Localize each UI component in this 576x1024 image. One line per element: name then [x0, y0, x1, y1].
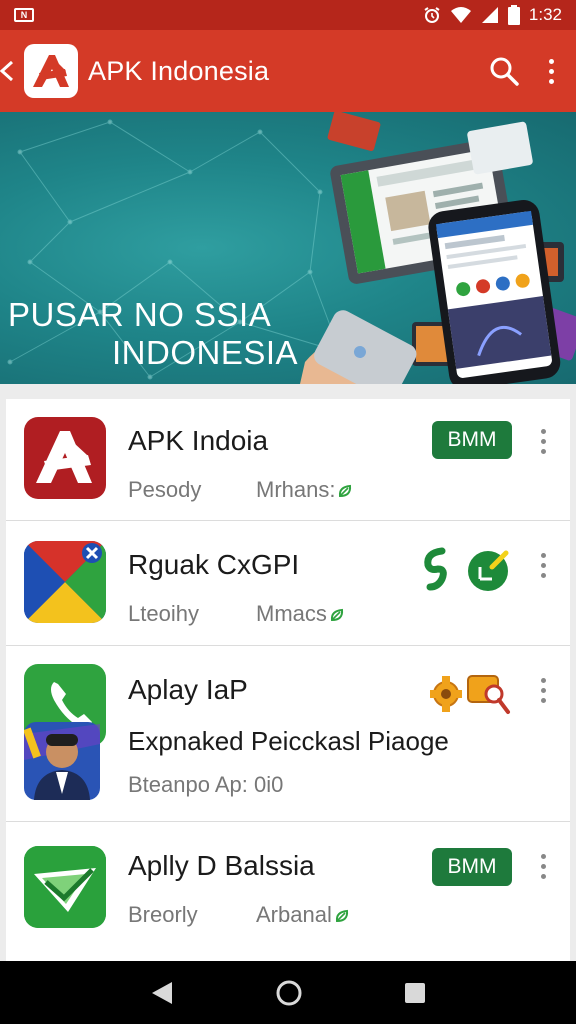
orange-gear-icon[interactable]: [426, 672, 466, 714]
app-developer: Arbanal: [256, 902, 350, 928]
alarm-icon: [424, 7, 440, 23]
promo-banner[interactable]: PUSAR NO SSIA INDONESIA: [0, 112, 576, 384]
system-nav-bar: [0, 961, 576, 1024]
recents-nav-icon[interactable]: [404, 982, 426, 1004]
banner-line-1: PUSAR NO SSIA: [8, 296, 272, 333]
apk-indonesia-logo-icon: [24, 44, 78, 98]
app-developer: Mmacs: [256, 601, 345, 627]
list-item[interactable]: Rguak CxGPI Lteoihy Mmacs: [6, 521, 570, 646]
app-category: Breorly: [128, 902, 198, 927]
orange-key-icon[interactable]: [466, 670, 512, 716]
app-title: APK Indonesia: [88, 55, 270, 86]
list-item[interactable]: APK Indoia Pesody Mrhans: BMM: [6, 399, 570, 521]
app-category: Bteanpo Ap: 0i0: [128, 772, 284, 797]
wifi-icon: [450, 7, 471, 23]
signal-icon: [481, 7, 498, 23]
notification-icon: N: [14, 8, 34, 22]
home-nav-icon[interactable]: [275, 979, 303, 1007]
app-subtitle: Expnaked Peicckasl Piaoge: [128, 726, 449, 756]
app-category: Lteoihy: [128, 601, 199, 626]
status-bar: N 1:32: [0, 0, 576, 30]
app-badge[interactable]: BMM: [432, 848, 512, 886]
app-name: Rguak CxGPI: [128, 549, 300, 580]
app-bar: APK Indonesia: [0, 30, 576, 112]
verified-leaf-icon: [335, 910, 348, 923]
more-vert-icon[interactable]: [541, 854, 546, 879]
clock-time: 1:32: [528, 5, 562, 24]
play-store-icon: [24, 541, 106, 623]
back-nav-icon[interactable]: [150, 980, 174, 1006]
app-name: Aplly D Balssia: [128, 850, 315, 881]
back-arrow-icon[interactable]: [0, 60, 20, 82]
verified-leaf-icon: [339, 485, 352, 498]
green-edit-icon[interactable]: [466, 547, 512, 593]
phone-icon: [23, 664, 106, 802]
more-vert-icon[interactable]: [541, 678, 546, 703]
list-item[interactable]: Aplly D Balssia Breorly Arbanal BMM: [6, 822, 570, 961]
app-category: Pesody: [128, 477, 202, 502]
green-check-icon: [24, 846, 106, 928]
more-vert-icon[interactable]: [541, 553, 546, 578]
app-list: APK Indoia Pesody Mrhans: BMM Rguak CxGP…: [6, 399, 570, 961]
banner-line-2: INDONESIA: [112, 334, 299, 371]
verified-leaf-icon: [330, 609, 343, 622]
app-name: Aplay IaP: [128, 674, 248, 705]
more-vert-icon[interactable]: [549, 58, 554, 84]
apk-logo-icon: [24, 417, 106, 499]
app-developer: Mrhans:: [256, 477, 353, 503]
app-name: APK Indoia: [128, 425, 269, 456]
search-icon[interactable]: [489, 56, 519, 86]
banner-headline: PUSAR NO SSIA INDONESIA: [8, 296, 298, 372]
more-vert-icon[interactable]: [541, 429, 546, 454]
list-item[interactable]: Aplay IaP Expnaked Peicckasl Piaoge Btea…: [6, 646, 570, 822]
battery-icon: [507, 5, 520, 25]
green-leaf-icon[interactable]: [422, 547, 452, 591]
app-badge[interactable]: BMM: [432, 421, 512, 459]
